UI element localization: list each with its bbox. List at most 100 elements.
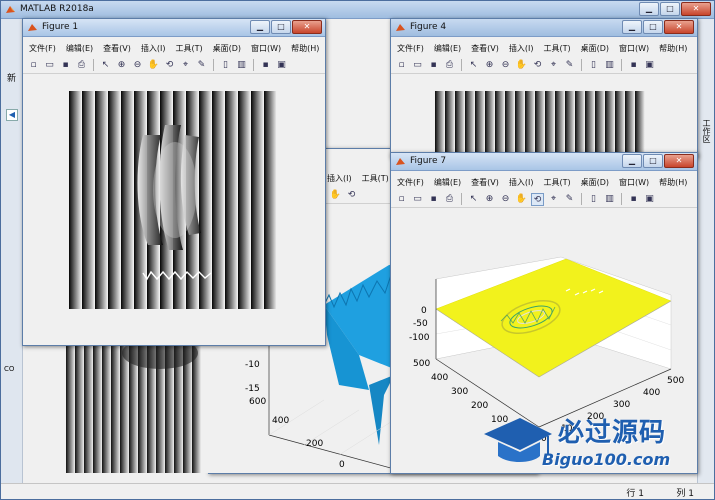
pan-icon[interactable]: ✋ (515, 59, 528, 72)
z-tick-label: -15 (245, 384, 260, 394)
link-plot-icon[interactable]: ▯ (587, 59, 600, 72)
data-cursor-icon[interactable]: ⌖ (547, 193, 560, 206)
menu-insert[interactable]: 插入(I) (509, 177, 534, 188)
zoom-out-icon[interactable]: ⊖ (131, 59, 144, 72)
show-plot-tools-icon[interactable]: ▣ (643, 59, 656, 72)
colorbar-icon[interactable]: ▥ (603, 59, 616, 72)
close-button[interactable]: ✕ (664, 154, 694, 168)
open-file-icon[interactable]: ▭ (411, 193, 424, 206)
print-icon[interactable]: ⎙ (443, 59, 456, 72)
z-tick-label: -50 (413, 319, 428, 329)
figure1-window[interactable]: Figure 1 ▁ □ ✕ 文件(F) 编辑(E) 查看(V) 插入(I) 工… (22, 18, 326, 346)
menu-window[interactable]: 窗口(W) (251, 43, 281, 54)
brush-icon[interactable]: ✎ (563, 193, 576, 206)
rotate-3d-icon[interactable]: ⟲ (163, 59, 176, 72)
hide-plot-tools-icon[interactable]: ▪ (627, 59, 640, 72)
print-icon[interactable]: ⎙ (443, 193, 456, 206)
colorbar-icon[interactable]: ▥ (603, 193, 616, 206)
save-icon[interactable]: ▪ (59, 59, 72, 72)
open-file-icon[interactable]: ▭ (411, 59, 424, 72)
menu-help[interactable]: 帮助(H) (291, 43, 319, 54)
maximize-button[interactable]: □ (271, 20, 291, 34)
menu-tools[interactable]: 工具(T) (543, 177, 570, 188)
menu-file[interactable]: 文件(F) (397, 43, 424, 54)
minimize-button[interactable]: ▁ (622, 154, 642, 168)
pointer-icon[interactable]: ↖ (467, 193, 480, 206)
menu-edit[interactable]: 编辑(E) (66, 43, 93, 54)
figure7-title-bar[interactable]: Figure 7 ▁ □ ✕ (391, 153, 697, 171)
figure4-title-bar[interactable]: Figure 4 ▁ □ ✕ (391, 19, 697, 37)
new-figure-icon[interactable]: ▫ (27, 59, 40, 72)
maximize-button[interactable]: □ (643, 20, 663, 34)
new-figure-icon[interactable]: ▫ (395, 193, 408, 206)
pointer-icon[interactable]: ↖ (99, 59, 112, 72)
pan-icon[interactable]: ✋ (329, 189, 342, 202)
zoom-in-icon[interactable]: ⊕ (115, 59, 128, 72)
grayscale-stripe-image (66, 345, 201, 473)
menu-insert[interactable]: 插入(I) (141, 43, 166, 54)
close-button[interactable]: ✕ (681, 2, 711, 16)
brush-icon[interactable]: ✎ (195, 59, 208, 72)
save-icon[interactable]: ▪ (427, 193, 440, 206)
print-icon[interactable]: ⎙ (75, 59, 88, 72)
close-button[interactable]: ✕ (664, 20, 694, 34)
data-cursor-icon[interactable]: ⌖ (179, 59, 192, 72)
link-plot-icon[interactable]: ▯ (587, 193, 600, 206)
menu-bar: 文件(F) 编辑(E) 查看(V) 插入(I) 工具(T) 桌面(D) 窗口(W… (391, 175, 697, 190)
zoom-in-icon[interactable]: ⊕ (483, 193, 496, 206)
brush-icon[interactable]: ✎ (563, 59, 576, 72)
data-cursor-icon[interactable]: ⌖ (547, 59, 560, 72)
minimize-button[interactable]: ▁ (622, 20, 642, 34)
menu-desktop[interactable]: 桌面(D) (581, 177, 609, 188)
figure1-axes[interactable] (23, 75, 325, 345)
hide-plot-tools-icon[interactable]: ▪ (627, 193, 640, 206)
menu-view[interactable]: 查看(V) (471, 177, 499, 188)
menu-desktop[interactable]: 桌面(D) (581, 43, 609, 54)
menu-insert[interactable]: 插入(I) (509, 43, 534, 54)
figure1-title-bar[interactable]: Figure 1 ▁ □ ✕ (23, 19, 325, 37)
pan-icon[interactable]: ✋ (147, 59, 160, 72)
show-plot-tools-icon[interactable]: ▣ (643, 193, 656, 206)
open-file-icon[interactable]: ▭ (43, 59, 56, 72)
menu-view[interactable]: 查看(V) (471, 43, 499, 54)
zoom-out-icon[interactable]: ⊖ (499, 193, 512, 206)
menu-window[interactable]: 窗口(W) (619, 43, 649, 54)
pointer-icon[interactable]: ↖ (467, 59, 480, 72)
menu-help[interactable]: 帮助(H) (659, 43, 687, 54)
colorbar-icon[interactable]: ▥ (235, 59, 248, 72)
figure4-window[interactable]: Figure 4 ▁ □ ✕ 文件(F) 编辑(E) 查看(V) 插入(I) 工… (390, 18, 698, 158)
menu-file[interactable]: 文件(F) (397, 177, 424, 188)
matlab-title-bar[interactable]: MATLAB R2018a ▁ □ ✕ (1, 1, 714, 19)
zoom-in-icon[interactable]: ⊕ (483, 59, 496, 72)
zoom-out-icon[interactable]: ⊖ (499, 59, 512, 72)
menu-help[interactable]: 帮助(H) (659, 177, 687, 188)
figure4-axes[interactable] (391, 75, 697, 157)
menu-edit[interactable]: 编辑(E) (434, 43, 461, 54)
minimize-button[interactable]: ▁ (250, 20, 270, 34)
link-plot-icon[interactable]: ▯ (219, 59, 232, 72)
close-button[interactable]: ✕ (292, 20, 322, 34)
maximize-button[interactable]: □ (643, 154, 663, 168)
rotate-3d-icon[interactable]: ⟲ (345, 189, 358, 202)
rotate-3d-icon[interactable]: ⟲ (531, 59, 544, 72)
menu-edit[interactable]: 编辑(E) (434, 177, 461, 188)
menu-tools[interactable]: 工具(T) (175, 43, 202, 54)
menu-view[interactable]: 查看(V) (103, 43, 131, 54)
hide-plot-tools-icon[interactable]: ▪ (259, 59, 272, 72)
y-tick-label: 300 (451, 387, 468, 397)
minimize-button[interactable]: ▁ (639, 2, 659, 16)
menu-tools[interactable]: 工具(T) (543, 43, 570, 54)
menu-insert[interactable]: 插入(I) (327, 173, 352, 184)
rotate-3d-icon[interactable]: ⟲ (531, 192, 544, 206)
menu-desktop[interactable]: 桌面(D) (213, 43, 241, 54)
pan-icon[interactable]: ✋ (515, 193, 528, 206)
maximize-button[interactable]: □ (660, 2, 680, 16)
menu-tools[interactable]: 工具(T) (362, 173, 389, 184)
new-figure-icon[interactable]: ▫ (395, 59, 408, 72)
menu-window[interactable]: 窗口(W) (619, 177, 649, 188)
workspace-panel-strip[interactable]: 工作区 (697, 19, 714, 499)
menu-file[interactable]: 文件(F) (29, 43, 56, 54)
show-plot-tools-icon[interactable]: ▣ (275, 59, 288, 72)
back-arrow-icon[interactable]: ◀ (6, 109, 18, 121)
save-icon[interactable]: ▪ (427, 59, 440, 72)
